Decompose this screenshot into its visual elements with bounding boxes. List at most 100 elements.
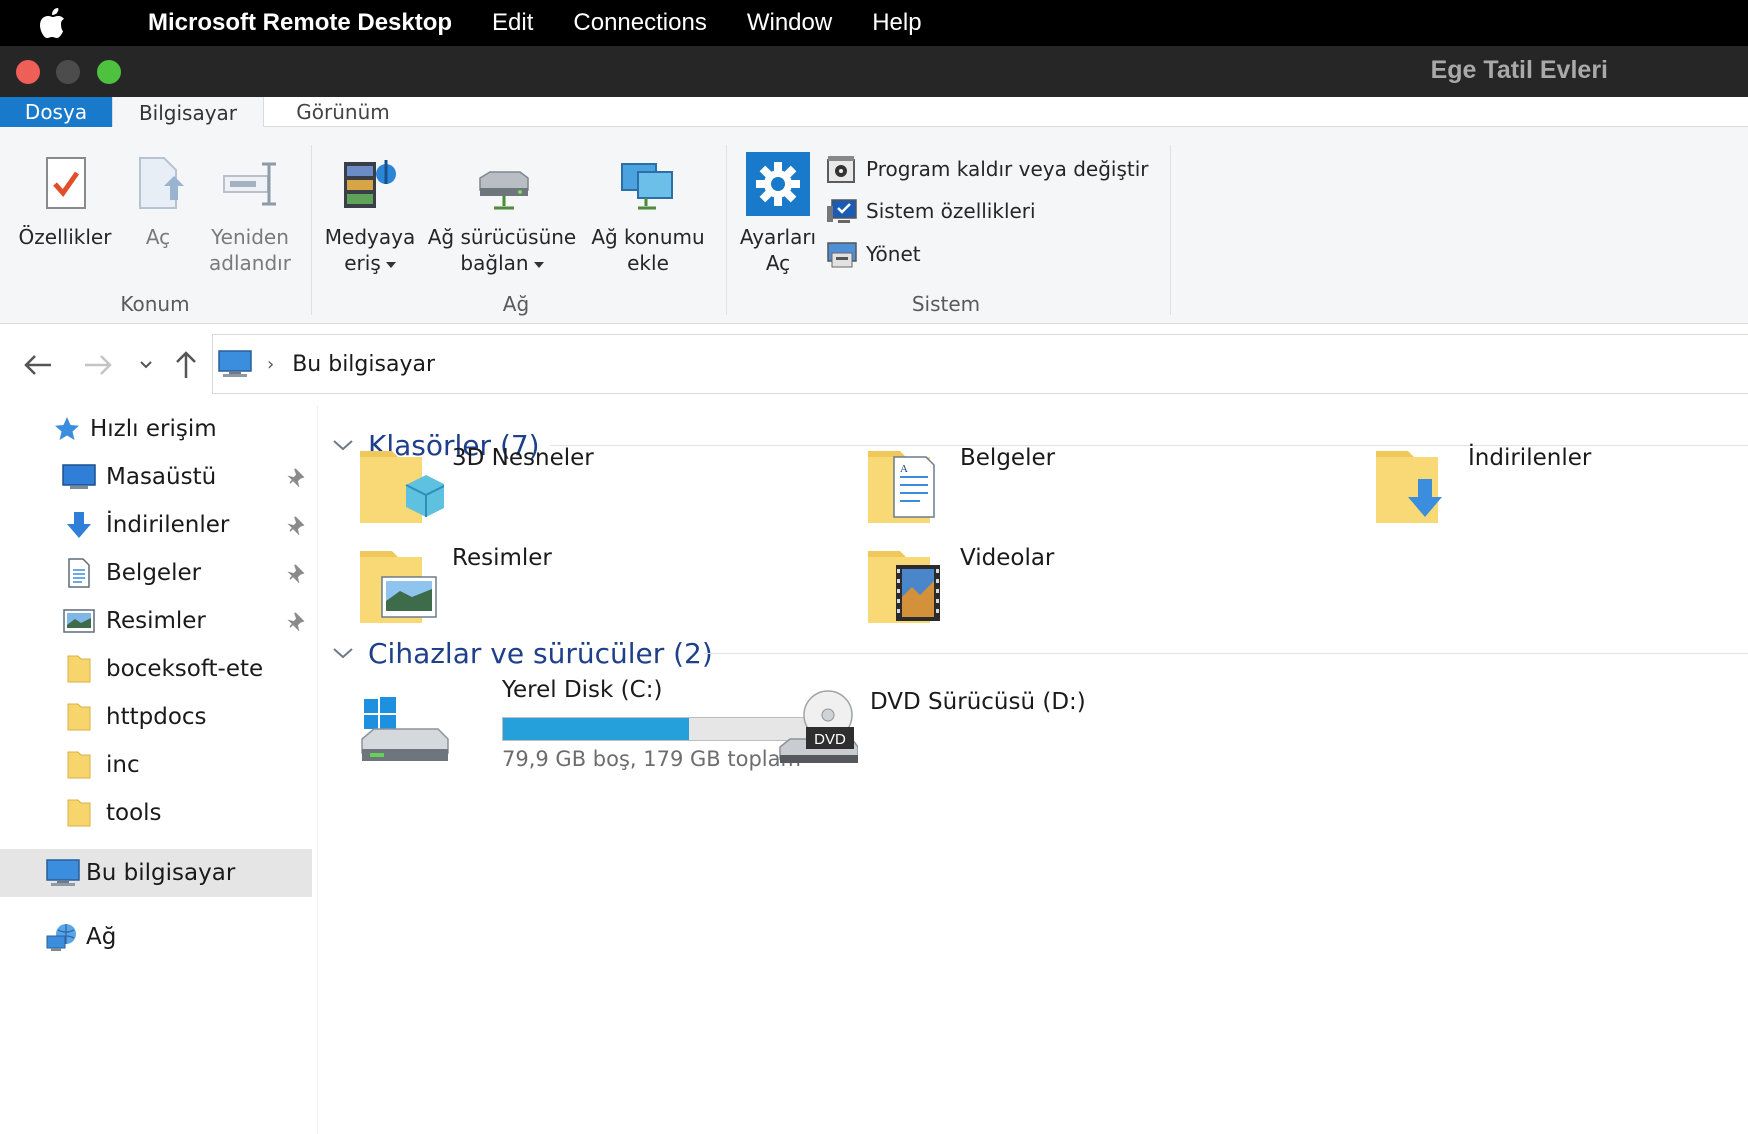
menu-app-name[interactable]: Microsoft Remote Desktop xyxy=(148,9,452,37)
forward-button[interactable] xyxy=(78,345,118,385)
network-icon xyxy=(46,922,80,952)
menu-connections[interactable]: Connections xyxy=(573,9,706,37)
media-access-label-line1: Medyaya xyxy=(324,225,416,249)
up-button[interactable] xyxy=(166,345,206,385)
sidebar-item-documents[interactable]: Belgeler xyxy=(0,549,312,597)
uninstall-program-button[interactable]: Program kaldır veya değiştir xyxy=(826,152,1149,186)
forward-arrow-icon xyxy=(85,355,112,375)
pin-icon[interactable] xyxy=(286,611,306,631)
map-drive-label-line2: bağlan xyxy=(460,251,529,275)
drive-name: Yerel Disk (C:) xyxy=(502,677,663,703)
pin-icon[interactable] xyxy=(286,467,306,487)
videos-folder-icon xyxy=(868,551,940,623)
folder-name: 3D Nesneler xyxy=(452,445,594,471)
folder-tile-pictures[interactable]: Resimler xyxy=(360,537,840,637)
folder-icon xyxy=(62,750,96,780)
sidebar-item-this-pc[interactable]: Bu bilgisayar xyxy=(0,849,312,897)
folder-tile-3d-objects[interactable]: 3D Nesneler xyxy=(360,437,840,537)
group-divider xyxy=(311,145,312,315)
media-access-button[interactable]: Medyaya eriş xyxy=(320,152,420,276)
navigation-pane: Hızlı erişim Masaüstü İndirilenler Belge… xyxy=(0,405,318,1134)
folder-tile-downloads[interactable]: İndirilenler xyxy=(1376,437,1748,537)
sidebar-label: boceksoft-ete xyxy=(106,656,264,682)
open-settings-button[interactable]: Ayarları Aç xyxy=(736,152,820,276)
devices-section-header[interactable]: Cihazlar ve sürücüler (2) xyxy=(332,633,1748,673)
address-bar[interactable]: › Bu bilgisayar xyxy=(212,334,1748,394)
uninstall-label: Program kaldır veya değiştir xyxy=(866,157,1149,181)
pictures-icon xyxy=(62,606,96,636)
system-properties-button[interactable]: Sistem özellikleri xyxy=(826,194,1036,228)
open-button[interactable]: Aç xyxy=(116,152,200,250)
computer-icon xyxy=(218,350,252,377)
dvd-badge: DVD xyxy=(814,731,846,748)
folder-name: Belgeler xyxy=(960,445,1056,471)
recent-locations-button[interactable] xyxy=(126,345,166,385)
document-icon xyxy=(62,558,96,588)
chevron-down-icon xyxy=(332,438,354,452)
sidebar-label: Ağ xyxy=(86,924,117,950)
tab-file[interactable]: Dosya xyxy=(0,97,112,127)
drive-tile-dvd[interactable]: DVD DVD Sürücüsü (D:) xyxy=(776,675,1256,785)
download-arrow-icon xyxy=(62,510,96,540)
map-network-drive-button[interactable]: Ağ sürücüsüne bağlan xyxy=(422,152,582,276)
ribbon-tab-bar: Dosya Bilgisayar Görünüm xyxy=(0,97,1748,128)
add-network-location-button[interactable]: Ağ konumu ekle xyxy=(584,152,712,276)
tab-view[interactable]: Görünüm xyxy=(280,97,406,127)
add-location-label-line1: Ağ konumu xyxy=(591,225,705,249)
sidebar-item-folder[interactable]: httpdocs xyxy=(0,693,312,741)
close-window-button[interactable] xyxy=(16,60,40,84)
sidebar-item-desktop[interactable]: Masaüstü xyxy=(0,453,312,501)
breadcrumb-chevron-icon: › xyxy=(267,353,275,375)
pin-icon[interactable] xyxy=(286,515,306,535)
system-group-label: Sistem xyxy=(911,292,981,316)
dvd-drive-icon: DVD xyxy=(779,690,858,763)
pictures-folder-icon xyxy=(360,551,437,623)
folder-tile-documents[interactable]: A Belgeler xyxy=(868,437,1348,537)
quick-access-star-icon xyxy=(50,414,84,444)
sidebar-item-network[interactable]: Ağ xyxy=(0,913,312,961)
breadcrumb-this-pc[interactable]: Bu bilgisayar xyxy=(292,352,435,377)
documents-folder-icon: A xyxy=(868,451,935,523)
manage-label: Yönet xyxy=(866,242,921,266)
properties-icon xyxy=(46,157,86,209)
sidebar-item-pictures[interactable]: Resimler xyxy=(0,597,312,645)
menu-help[interactable]: Help xyxy=(872,9,921,37)
minimize-window-button[interactable] xyxy=(56,60,80,84)
manage-button[interactable]: Yönet xyxy=(826,237,921,271)
manage-computer-icon xyxy=(827,242,857,268)
sidebar-item-folder[interactable]: tools xyxy=(0,789,312,837)
properties-button[interactable]: Özellikler xyxy=(14,152,116,250)
system-properties-label: Sistem özellikleri xyxy=(866,199,1036,223)
settings-label-line2: Aç xyxy=(765,251,791,275)
sidebar-item-quick-access[interactable]: Hızlı erişim xyxy=(0,405,312,453)
apple-icon[interactable] xyxy=(40,8,96,38)
folder-tile-videos[interactable]: Videolar xyxy=(868,537,1348,637)
open-icon xyxy=(139,157,184,209)
gear-icon xyxy=(746,152,810,216)
sidebar-label: tools xyxy=(106,800,162,826)
zoom-window-button[interactable] xyxy=(97,60,121,84)
drive-usage-text: 79,9 GB boş, 179 GB toplam xyxy=(502,747,801,771)
drive-tile-local-disk[interactable]: Yerel Disk (C:) 79,9 GB boş, 179 GB topl… xyxy=(360,675,840,785)
navigation-bar: › Bu bilgisayar xyxy=(0,325,1748,405)
windows-drive-icon xyxy=(361,697,449,761)
sidebar-label: Bu bilgisayar xyxy=(86,860,236,886)
menu-edit[interactable]: Edit xyxy=(492,9,533,37)
tab-computer[interactable]: Bilgisayar xyxy=(112,97,264,128)
pin-icon[interactable] xyxy=(286,563,306,583)
sidebar-item-downloads[interactable]: İndirilenler xyxy=(0,501,312,549)
back-button[interactable] xyxy=(18,345,58,385)
rename-icon xyxy=(223,162,276,206)
window-title: Ege Tatil Evleri xyxy=(1430,56,1608,84)
folder-icon xyxy=(62,798,96,828)
rename-button[interactable]: Yeniden adlandır xyxy=(196,152,304,276)
sidebar-item-folder[interactable]: inc xyxy=(0,741,312,789)
add-location-label-line2: ekle xyxy=(627,251,669,275)
system-properties-icon xyxy=(827,199,857,223)
folder-name: Videolar xyxy=(960,545,1055,571)
sidebar-label: Resimler xyxy=(106,608,206,634)
drive-usage-fill xyxy=(503,718,690,740)
menu-window[interactable]: Window xyxy=(747,9,832,37)
sidebar-item-folder[interactable]: boceksoft-ete xyxy=(0,645,312,693)
chevron-down-icon xyxy=(332,646,354,660)
